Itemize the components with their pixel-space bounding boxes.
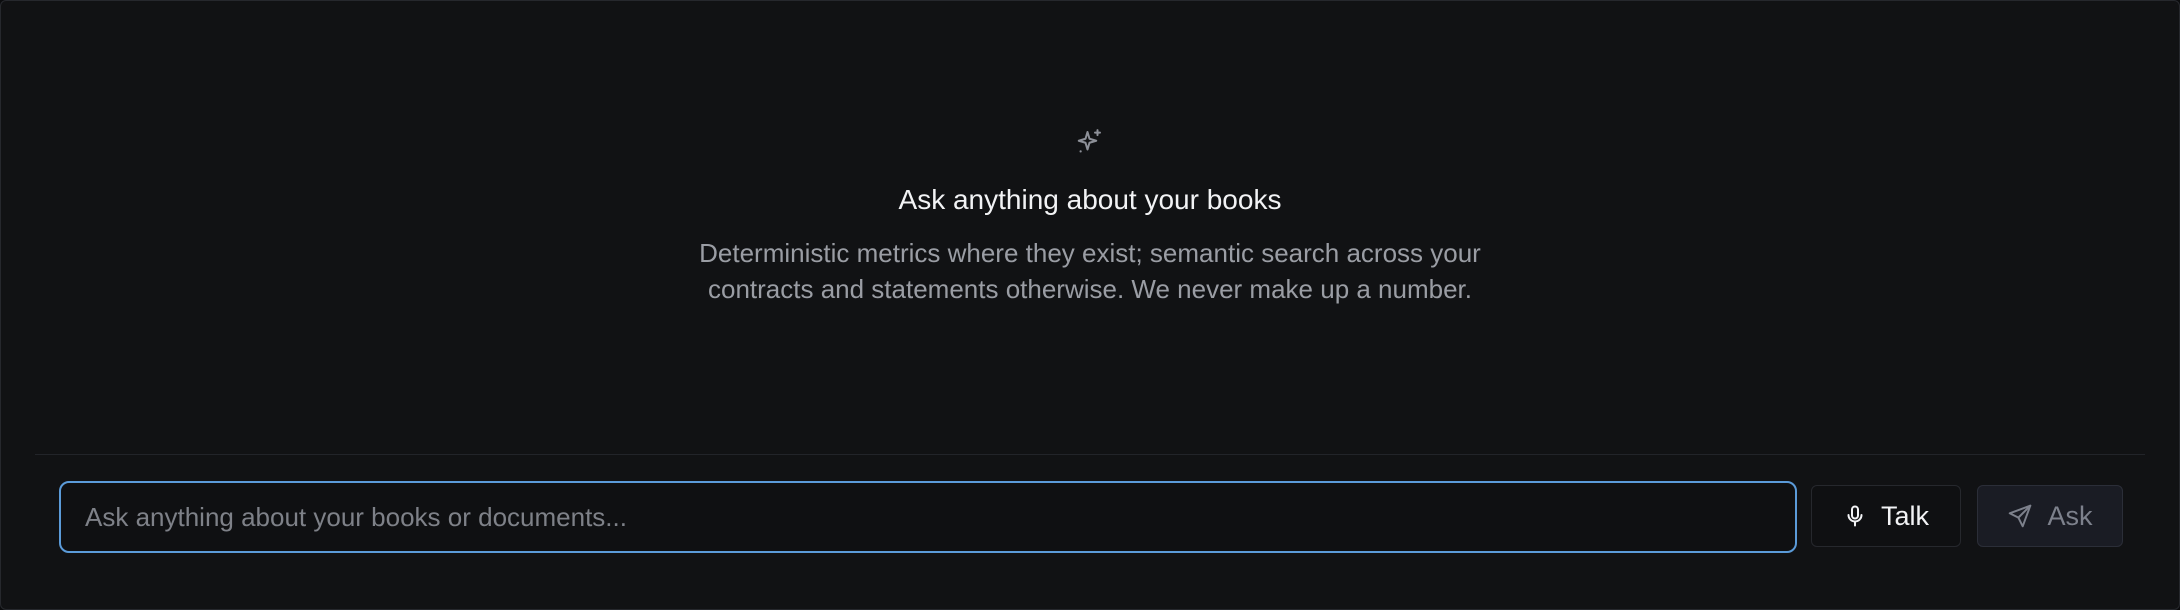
talk-button-label: Talk xyxy=(1880,500,1929,531)
talk-button[interactable]: Talk xyxy=(1811,485,1961,547)
chat-panel: Ask anything about your books Determinis… xyxy=(0,0,2180,610)
composer: Talk Ask xyxy=(59,481,2123,553)
ask-button[interactable]: Ask xyxy=(1977,485,2123,547)
sparkles-icon xyxy=(1077,129,1101,153)
question-input[interactable] xyxy=(61,483,1795,551)
composer-divider xyxy=(35,454,2145,455)
empty-state-subtitle: Deterministic metrics where they exist; … xyxy=(699,238,1481,304)
empty-state: Ask anything about your books Determinis… xyxy=(1,127,2179,307)
ask-button-label: Ask xyxy=(2047,500,2093,531)
microphone-icon xyxy=(1847,505,1863,527)
send-icon xyxy=(2009,504,2032,528)
empty-state-title: Ask anything about your books xyxy=(898,184,1282,215)
question-input-wrapper xyxy=(59,481,1797,553)
